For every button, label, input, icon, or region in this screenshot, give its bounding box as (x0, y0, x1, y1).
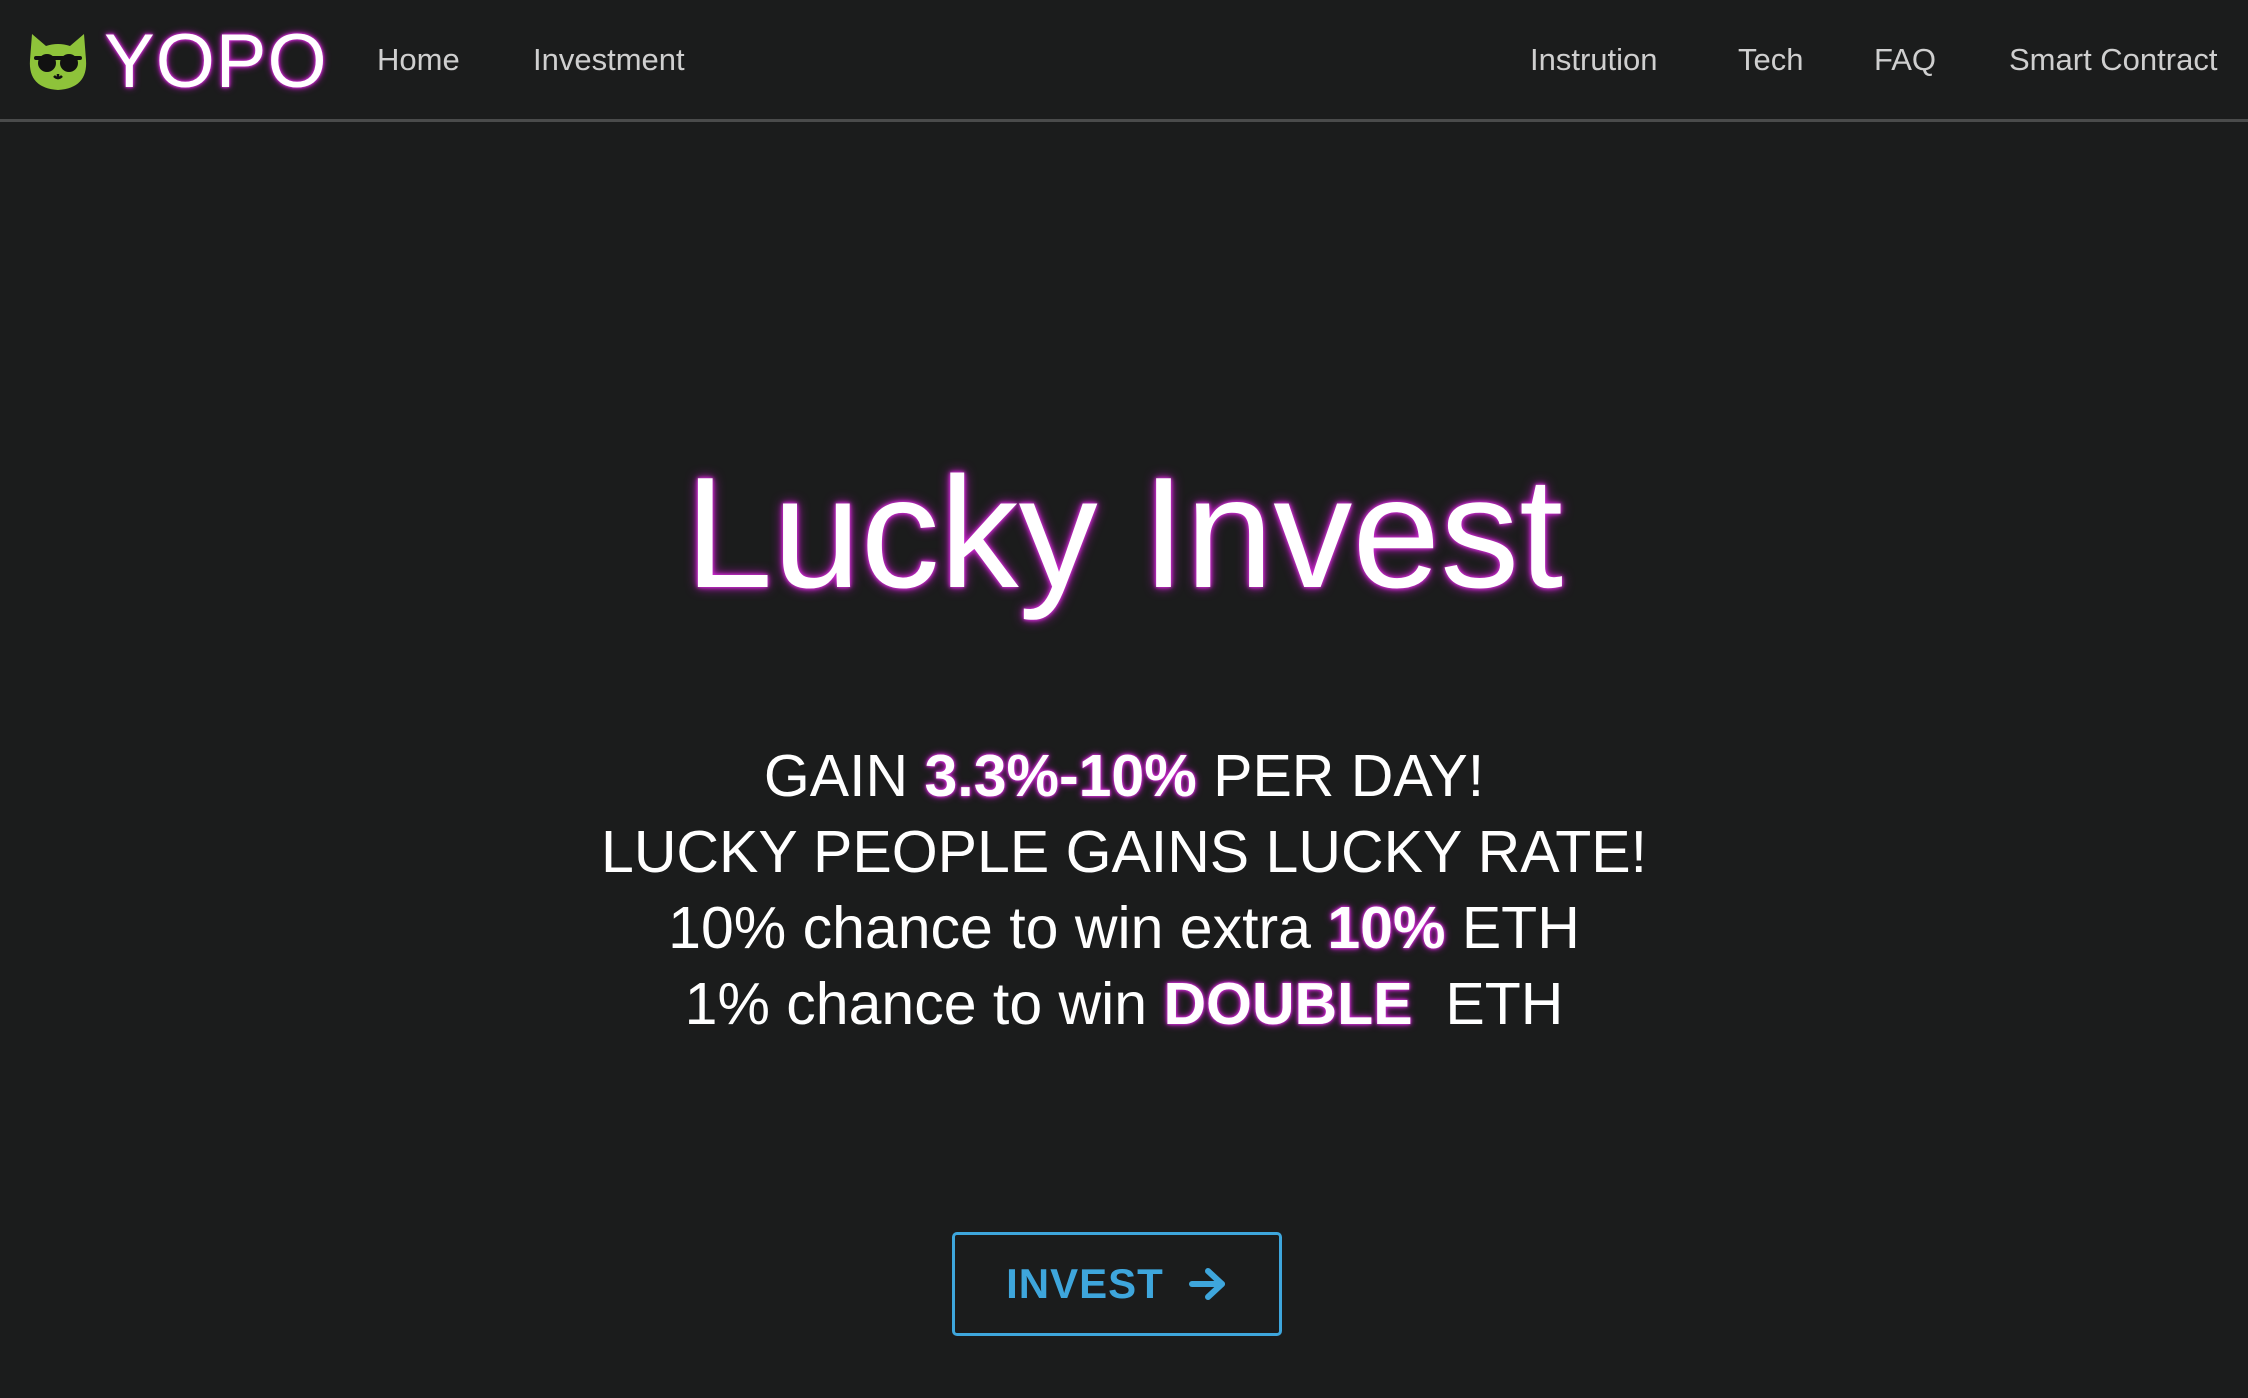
tagline-4-text: 1% chance to win (684, 971, 1164, 1037)
tagline-line-2: LUCKY PEOPLE GAINS LUCKY RATE! (601, 819, 1647, 885)
brand-logo-link[interactable]: YOPO (26, 22, 328, 102)
tagline-3-text: 10% chance to win extra (668, 895, 1328, 961)
tagline-line-1: GAIN 3.3%-10% PER DAY! (0, 738, 2248, 814)
top-navbar: YOPO Home Investment Instrution Tech FAQ… (0, 0, 2248, 122)
tagline-line-4: 1% chance to win DOUBLE ETH (0, 966, 2248, 1042)
tagline-1-text: GAIN (763, 743, 925, 809)
invest-button[interactable]: INVEST (952, 1232, 1282, 1336)
nav-smart-contract[interactable]: Smart Contract (2009, 40, 2217, 80)
double-highlight: DOUBLE (1163, 971, 1413, 1037)
extra-rate-highlight: 10% (1327, 895, 1446, 961)
hero-title: Lucky Invest (684, 445, 1564, 621)
nav-instrution[interactable]: Instrution (1530, 40, 1658, 80)
cat-sunglasses-icon (29, 34, 87, 90)
nav-tech[interactable]: Tech (1738, 40, 1803, 80)
nav-faq[interactable]: FAQ (1874, 40, 1936, 80)
gain-rate-highlight: 3.3%-10% (924, 743, 1197, 809)
arrow-right-icon (1188, 1268, 1225, 1300)
nav-home[interactable]: Home (377, 40, 460, 80)
invest-button-label: INVEST (1006, 1260, 1164, 1307)
tagline-3-suffix: ETH (1445, 895, 1580, 961)
nav-investment[interactable]: Investment (533, 40, 685, 80)
tagline-4-suffix: ETH (1412, 971, 1564, 1037)
hero-tagline: GAIN 3.3%-10% PER DAY! LUCKY PEOPLE GAIN… (0, 738, 2248, 1042)
tagline-1-suffix: PER DAY! (1196, 743, 1485, 809)
brand-name: YOPO (104, 19, 328, 104)
tagline-line-3: 10% chance to win extra 10% ETH (0, 890, 2248, 966)
